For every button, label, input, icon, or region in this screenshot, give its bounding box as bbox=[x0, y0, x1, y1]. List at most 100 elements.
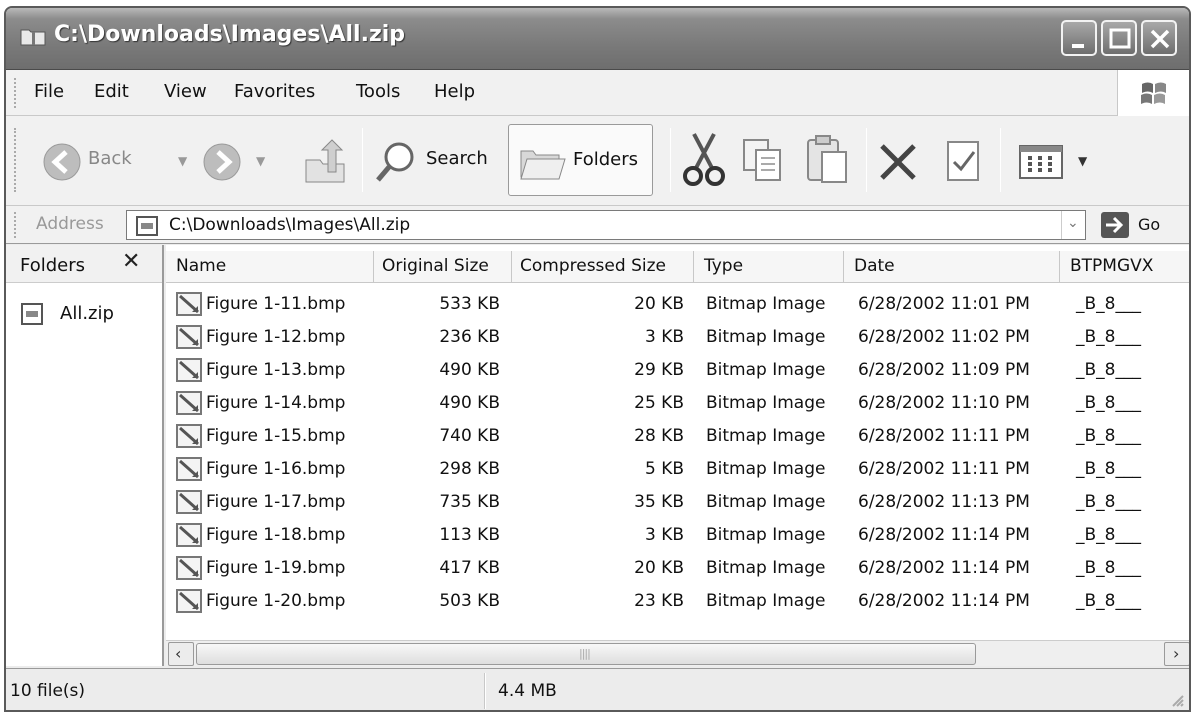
maximize-icon bbox=[1109, 28, 1131, 49]
status-separator bbox=[484, 673, 486, 709]
maximize-button[interactable] bbox=[1101, 20, 1137, 56]
horizontal-scrollbar[interactable]: ‹ |||| › bbox=[166, 640, 1189, 666]
forward-dropdown-arrow[interactable]: ▼ bbox=[256, 154, 265, 168]
compressed-size: 28 KB bbox=[634, 426, 684, 446]
address-input[interactable]: C:\Downloads\Images\All.zip ⌄ bbox=[126, 210, 1086, 240]
title-bar[interactable]: C:\Downloads\Images\All.zip bbox=[6, 8, 1189, 70]
file-name: Figure 1-16.bmp bbox=[206, 459, 346, 479]
menu-help[interactable]: Help bbox=[434, 81, 475, 102]
cut-icon[interactable] bbox=[682, 132, 726, 188]
file-row[interactable]: Figure 1-19.bmp 417 KB 20 KB Bitmap Image 6/… bbox=[166, 553, 1189, 586]
column-header-name[interactable]: Name bbox=[166, 251, 374, 283]
go-label: Go bbox=[1138, 215, 1161, 234]
window-title: C:\Downloads\Images\All.zip bbox=[54, 22, 406, 47]
file-row[interactable]: Figure 1-14.bmp 490 KB 25 KB Bitmap Image 6/… bbox=[166, 388, 1189, 421]
file-type: Bitmap Image bbox=[706, 426, 826, 446]
resize-grip-icon[interactable] bbox=[1169, 692, 1185, 708]
menu-file[interactable]: File bbox=[34, 81, 64, 102]
menu-favorites[interactable]: Favorites bbox=[234, 81, 315, 102]
folders-button[interactable]: Folders bbox=[508, 124, 653, 196]
views-dropdown-arrow[interactable]: ▼ bbox=[1078, 154, 1087, 168]
file-name: Figure 1-12.bmp bbox=[206, 327, 346, 347]
menu-view[interactable]: View bbox=[164, 81, 207, 102]
address-grip[interactable] bbox=[14, 212, 18, 238]
file-date: 6/28/2002 11:11 PM bbox=[858, 426, 1030, 446]
file-name: Figure 1-13.bmp bbox=[206, 360, 346, 380]
file-date: 6/28/2002 11:01 PM bbox=[858, 294, 1030, 314]
file-date: 6/28/2002 11:09 PM bbox=[858, 360, 1030, 380]
forward-arrow-icon[interactable] bbox=[202, 142, 242, 182]
status-bar: 10 file(s) 4.4 MB bbox=[6, 668, 1189, 710]
column-header-original-size[interactable]: Original Size bbox=[374, 251, 512, 283]
bitmap-file-icon bbox=[176, 424, 202, 448]
scroll-thumb[interactable]: |||| bbox=[196, 643, 976, 665]
column-header-type[interactable]: Type bbox=[694, 251, 844, 283]
scroll-right-button[interactable]: › bbox=[1164, 642, 1189, 666]
file-list: Name Original Size Compressed Size Type … bbox=[166, 245, 1189, 666]
file-date: 6/28/2002 11:02 PM bbox=[858, 327, 1030, 347]
explorer-window: C:\Downloads\Images\All.zip File Edit Vi… bbox=[4, 6, 1191, 712]
column-header-attributes[interactable]: BTPMGVX bbox=[1060, 251, 1189, 283]
toolbar-grip[interactable] bbox=[14, 128, 18, 192]
original-size: 533 KB bbox=[439, 294, 500, 314]
close-button[interactable] bbox=[1141, 20, 1177, 56]
folder-tree-item[interactable]: All.zip bbox=[20, 299, 150, 329]
compressed-size: 20 KB bbox=[634, 294, 684, 314]
paste-icon[interactable] bbox=[804, 134, 850, 186]
file-row[interactable]: Figure 1-11.bmp 533 KB 20 KB Bitmap Image 6/… bbox=[166, 289, 1189, 322]
folders-pane-title: Folders bbox=[20, 255, 86, 276]
go-button[interactable]: Go bbox=[1094, 210, 1174, 240]
file-row[interactable]: Figure 1-12.bmp 236 KB 3 KB Bitmap Image 6/2… bbox=[166, 322, 1189, 355]
address-value: C:\Downloads\Images\All.zip bbox=[169, 215, 411, 235]
file-row[interactable]: Figure 1-17.bmp 735 KB 35 KB Bitmap Image 6/… bbox=[166, 487, 1189, 520]
back-dropdown-arrow[interactable]: ▼ bbox=[178, 154, 187, 168]
file-type: Bitmap Image bbox=[706, 360, 826, 380]
original-size: 417 KB bbox=[439, 558, 500, 578]
views-icon[interactable] bbox=[1018, 142, 1066, 182]
file-row[interactable]: Figure 1-15.bmp 740 KB 28 KB Bitmap Image 6/… bbox=[166, 421, 1189, 454]
delete-icon[interactable] bbox=[876, 140, 920, 184]
go-arrow-icon bbox=[1101, 212, 1129, 238]
menu-edit[interactable]: Edit bbox=[94, 81, 129, 102]
folders-button-label: Folders bbox=[573, 149, 639, 170]
compressed-size: 35 KB bbox=[634, 492, 684, 512]
file-row[interactable]: Figure 1-18.bmp 113 KB 3 KB Bitmap Image 6/2… bbox=[166, 520, 1189, 553]
file-attributes: _B_8___ bbox=[1076, 327, 1141, 347]
zip-file-icon bbox=[21, 303, 43, 325]
file-type: Bitmap Image bbox=[706, 459, 826, 479]
file-type: Bitmap Image bbox=[706, 393, 826, 413]
file-type: Bitmap Image bbox=[706, 558, 826, 578]
grip-icon: |||| bbox=[579, 647, 591, 660]
file-date: 6/28/2002 11:14 PM bbox=[858, 591, 1030, 611]
compressed-size: 3 KB bbox=[644, 327, 684, 347]
toolbar: Back ▼ ▼ Search Folders ▼ bbox=[6, 116, 1189, 206]
address-dropdown[interactable]: ⌄ bbox=[1061, 211, 1085, 239]
properties-icon[interactable] bbox=[944, 138, 984, 184]
back-button-label[interactable]: Back bbox=[88, 148, 132, 169]
up-folder-icon[interactable] bbox=[302, 138, 348, 184]
bitmap-file-icon bbox=[176, 358, 202, 382]
back-arrow-icon[interactable] bbox=[42, 142, 82, 182]
column-header-date[interactable]: Date bbox=[844, 251, 1060, 283]
toolbar-separator bbox=[1000, 128, 1001, 192]
copy-icon[interactable] bbox=[740, 136, 786, 184]
original-size: 490 KB bbox=[439, 360, 500, 380]
search-button-label[interactable]: Search bbox=[426, 148, 488, 169]
file-attributes: _B_8___ bbox=[1076, 492, 1141, 512]
scroll-left-button[interactable]: ‹ bbox=[168, 642, 194, 666]
menu-grip[interactable] bbox=[14, 78, 18, 108]
file-attributes: _B_8___ bbox=[1076, 294, 1141, 314]
search-icon[interactable] bbox=[374, 140, 418, 184]
menu-tools[interactable]: Tools bbox=[356, 81, 400, 102]
file-row[interactable]: Figure 1-16.bmp 298 KB 5 KB Bitmap Image 6/2… bbox=[166, 454, 1189, 487]
file-date: 6/28/2002 11:13 PM bbox=[858, 492, 1030, 512]
file-name: Figure 1-17.bmp bbox=[206, 492, 346, 512]
column-header-compressed-size[interactable]: Compressed Size bbox=[512, 251, 694, 283]
bitmap-file-icon bbox=[176, 523, 202, 547]
compressed-size: 25 KB bbox=[634, 393, 684, 413]
minimize-button[interactable] bbox=[1061, 20, 1097, 56]
file-type: Bitmap Image bbox=[706, 591, 826, 611]
close-pane-icon[interactable]: ✕ bbox=[122, 249, 140, 274]
file-row[interactable]: Figure 1-13.bmp 490 KB 29 KB Bitmap Image 6/… bbox=[166, 355, 1189, 388]
file-row[interactable]: Figure 1-20.bmp 503 KB 23 KB Bitmap Image 6/… bbox=[166, 586, 1189, 619]
